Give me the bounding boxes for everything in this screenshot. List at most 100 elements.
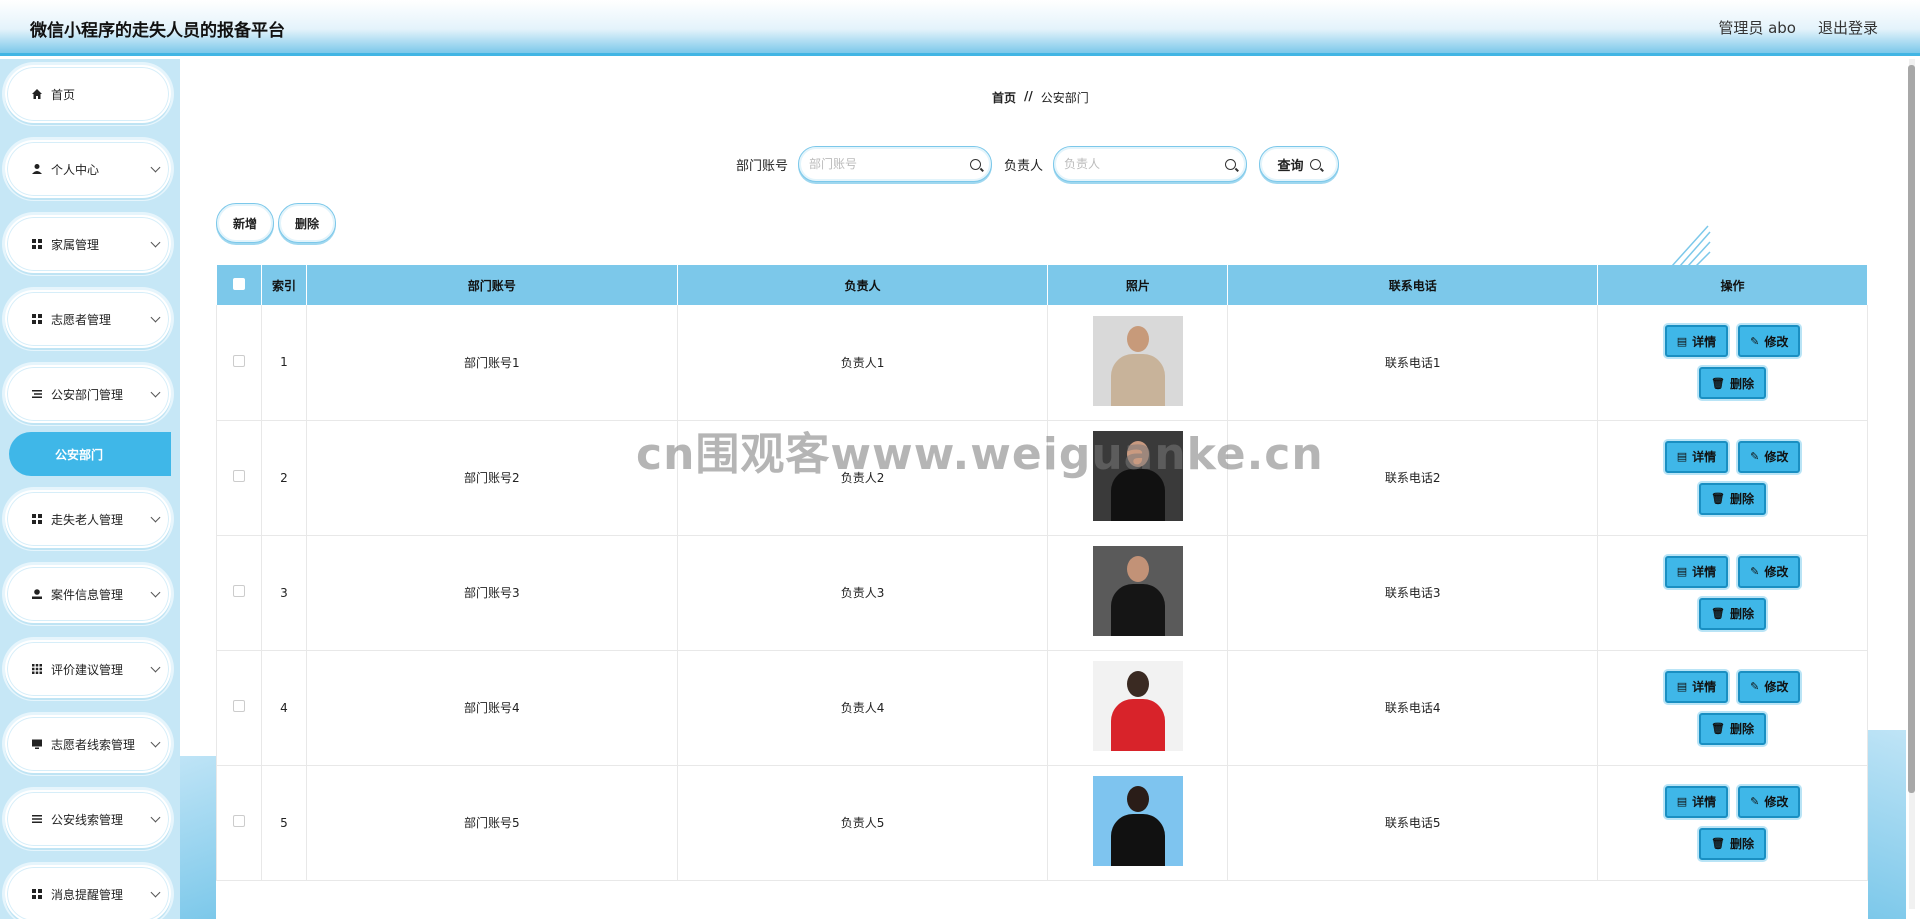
sidebar-item-evaluation[interactable]: 评价建议管理 — [5, 640, 171, 698]
monitor-icon — [31, 738, 43, 750]
leader-photo[interactable] — [1092, 661, 1183, 751]
account-cell: 部门账号3 — [306, 535, 678, 651]
row-checkbox[interactable] — [232, 354, 245, 367]
edit-button[interactable]: ✎ 修改 — [1738, 670, 1801, 703]
delete-button[interactable]: 🗑 删除 — [1699, 712, 1767, 745]
select-all-header[interactable] — [216, 265, 262, 305]
table-header-row: 索引 部门账号 负责人 照片 联系电话 操作 — [216, 265, 1868, 305]
sidebar-item-police-dept[interactable]: 公安部门管理 — [5, 365, 171, 423]
select-all-checkbox[interactable] — [232, 277, 245, 290]
row-checkbox[interactable] — [232, 585, 245, 597]
operations-cell: ▤ 详情 ✎ 修改 🗑 删除 — [1597, 420, 1868, 536]
search-icon — [1225, 158, 1237, 170]
delete-button[interactable]: 🗑 删除 — [1699, 827, 1767, 860]
index-cell: 3 — [261, 535, 307, 651]
account-search-label: 部门账号 — [736, 158, 789, 174]
detail-button[interactable]: ▤ 详情 — [1664, 785, 1729, 818]
batch-delete-button[interactable]: 删除 — [278, 203, 336, 243]
watermark-text: cn围观客www.weiguanke.cn — [636, 429, 1324, 480]
user-icon — [31, 163, 43, 175]
police-dept-table: 索引 部门账号 负责人 照片 联系电话 操作 1 部门账号1 负责人1 联系电话… — [216, 265, 1868, 881]
scrollbar-thumb[interactable] — [1908, 65, 1915, 793]
row-select-cell — [216, 305, 262, 421]
leader-photo[interactable] — [1092, 546, 1183, 636]
photo-cell — [1047, 765, 1229, 881]
app-title: 微信小程序的走失人员的报备平台 — [30, 21, 285, 41]
operations-cell: ▤ 详情 ✎ 修改 🗑 删除 — [1597, 305, 1868, 421]
sidebar-item-label: 公安线索管理 — [51, 812, 124, 827]
detail-button[interactable]: ▤ 详情 — [1664, 670, 1729, 703]
query-button[interactable]: 查询 — [1259, 146, 1340, 182]
sidebar-item-volunteer[interactable]: 志愿者管理 — [5, 290, 171, 348]
sidebar-item-volunteer-clues[interactable]: 志愿者线索管理 — [5, 715, 171, 773]
photo-cell — [1047, 535, 1229, 651]
edit-button[interactable]: ✎ 修改 — [1738, 440, 1801, 473]
breadcrumb-separator: // — [1024, 89, 1033, 103]
leader-photo[interactable] — [1092, 315, 1183, 406]
photo-cell — [1047, 650, 1229, 766]
breadcrumb-home[interactable]: 首页 — [992, 89, 1016, 106]
sidebar-item-label: 志愿者管理 — [51, 312, 112, 327]
sidebar-item-home[interactable]: 首页 — [5, 65, 171, 123]
row-checkbox[interactable] — [232, 815, 245, 827]
detail-button[interactable]: ▤ 详情 — [1664, 325, 1729, 358]
document-icon: ▤ — [1676, 450, 1688, 463]
list-icon — [31, 388, 43, 400]
sidebar-item-police-clues[interactable]: 公安线索管理 — [5, 790, 171, 848]
account-cell: 部门账号5 — [306, 765, 678, 881]
sidebar-item-family[interactable]: 家属管理 — [5, 215, 171, 273]
decorative-wave-right — [1868, 730, 1906, 919]
column-header: 联系电话 — [1227, 265, 1599, 305]
row-checkbox[interactable] — [232, 470, 245, 482]
vertical-scrollbar[interactable] — [1906, 59, 1916, 909]
sidebar-item-missing-elderly[interactable]: 走失老人管理 — [5, 490, 171, 548]
leader-cell: 负责人3 — [677, 535, 1049, 651]
column-header: 照片 — [1047, 265, 1229, 305]
trash-icon: 🗑 — [1711, 722, 1725, 735]
sidebar-subitem-police-dept[interactable]: 公安部门 — [9, 432, 171, 476]
leader-photo[interactable] — [1092, 776, 1183, 866]
pencil-icon: ✎ — [1750, 680, 1760, 693]
grid-icon — [31, 238, 43, 250]
table-row: 3 部门账号3 负责人3 联系电话3 ▤ 详情 ✎ 修改 🗑 删除 — [216, 535, 1868, 651]
delete-button[interactable]: 🗑 删除 — [1699, 367, 1767, 400]
leader-cell: 负责人1 — [677, 305, 1049, 421]
leader-search-label: 负责人 — [1004, 158, 1044, 174]
delete-button[interactable]: 🗑 删除 — [1699, 482, 1767, 515]
add-button[interactable]: 新增 — [216, 203, 274, 243]
document-icon: ▤ — [1676, 565, 1688, 578]
logout-link[interactable]: 退出登录 — [1818, 17, 1878, 38]
admin-user-label[interactable]: 管理员 abo — [1718, 17, 1796, 38]
detail-button[interactable]: ▤ 详情 — [1664, 440, 1729, 473]
account-search-input[interactable] — [809, 157, 960, 171]
column-header: 部门账号 — [306, 265, 678, 305]
photo-cell — [1047, 305, 1229, 421]
index-cell: 2 — [261, 420, 307, 536]
chevron-down-icon — [150, 312, 161, 323]
chevron-down-icon — [150, 387, 161, 398]
column-header: 操作 — [1597, 265, 1868, 305]
sidebar-item-case-info[interactable]: 案件信息管理 — [5, 565, 171, 623]
leader-search-input[interactable] — [1064, 157, 1215, 171]
operations-cell: ▤ 详情 ✎ 修改 🗑 删除 — [1597, 650, 1868, 766]
chevron-down-icon — [150, 887, 161, 898]
delete-button[interactable]: 🗑 删除 — [1699, 597, 1767, 630]
person-icon — [31, 588, 43, 600]
phone-cell: 联系电话4 — [1227, 650, 1599, 766]
edit-button[interactable]: ✎ 修改 — [1738, 785, 1801, 818]
edit-button[interactable]: ✎ 修改 — [1738, 555, 1801, 588]
sidebar-subitem-label: 公安部门 — [55, 447, 104, 462]
pencil-icon: ✎ — [1750, 334, 1760, 348]
chevron-down-icon — [150, 737, 161, 748]
index-cell: 4 — [261, 650, 307, 766]
row-select-cell — [216, 420, 262, 536]
sidebar-item-label: 志愿者线索管理 — [51, 737, 136, 752]
phone-cell: 联系电话1 — [1227, 305, 1599, 421]
sidebar-item-label: 个人中心 — [51, 162, 100, 177]
row-checkbox[interactable] — [232, 700, 245, 712]
sidebar-item-personal-center[interactable]: 个人中心 — [5, 140, 171, 198]
detail-button[interactable]: ▤ 详情 — [1664, 555, 1729, 588]
sidebar-item-messages[interactable]: 消息提醒管理 — [5, 865, 171, 919]
edit-button[interactable]: ✎ 修改 — [1738, 325, 1801, 358]
account-cell: 部门账号4 — [306, 650, 678, 766]
